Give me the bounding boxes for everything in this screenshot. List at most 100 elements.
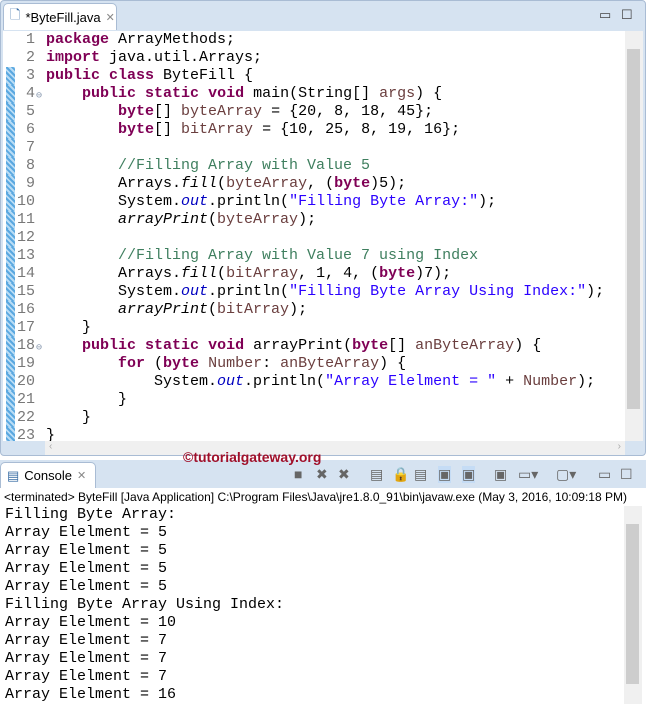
- code-line[interactable]: 2 import java.util.Arrays;: [3, 49, 625, 67]
- code-token: []: [388, 337, 416, 354]
- code-token: []: [154, 121, 182, 138]
- close-icon[interactable]: ✕: [77, 469, 86, 482]
- code-area[interactable]: 1 package ArrayMethods; 2 import java.util.…: [3, 31, 625, 441]
- editor-tab-label: *ByteFill.java: [25, 9, 101, 25]
- change-marker: [6, 427, 15, 441]
- code-line[interactable]: 7: [3, 139, 625, 157]
- change-marker: [6, 157, 15, 175]
- code-line[interactable]: 10 System.out.println("Filling Byte Arra…: [3, 193, 625, 211]
- maximize-button[interactable]: ☐: [620, 466, 633, 483]
- code-token: Arrays.: [46, 175, 182, 192]
- line-number: 20: [17, 373, 36, 390]
- line-number: 6: [25, 121, 35, 138]
- code-token: anByteArray: [415, 337, 515, 354]
- open-console-icon[interactable]: ▢▾: [556, 466, 576, 483]
- code-token: ArrayMethods;: [109, 31, 236, 48]
- code-line[interactable]: 16 arrayPrint(bitArray);: [3, 301, 625, 319]
- line-number: 11: [17, 211, 36, 228]
- code-line[interactable]: 9 Arrays.fill(byteArray, (byte)5);: [3, 175, 625, 193]
- remove-launch-icon[interactable]: ✖: [316, 466, 328, 483]
- code-token: byte: [118, 103, 155, 120]
- code-token: );: [577, 373, 596, 390]
- code-token: System.: [46, 193, 182, 210]
- scroll-lock-icon[interactable]: 🔒: [392, 466, 409, 483]
- close-icon[interactable]: ✕: [106, 11, 115, 24]
- console-output[interactable]: Filling Byte Array: Array Elelment = 5 Arr…: [0, 506, 624, 704]
- clear-console-icon[interactable]: ▤: [370, 466, 383, 483]
- scroll-thumb[interactable]: [626, 524, 639, 684]
- code-token: .println(: [208, 283, 290, 300]
- terminate-icon[interactable]: ■: [294, 466, 302, 482]
- code-line[interactable]: 18 ⊖ public static void arrayPrint(byte[]…: [3, 337, 625, 355]
- code-line[interactable]: 14 Arrays.fill(bitArray, 1, 4, (byte)7);: [3, 265, 625, 283]
- code-text: public class ByteFill {: [46, 67, 253, 85]
- code-token: .println(: [208, 193, 290, 210]
- editor-tab[interactable]: 🗋 *ByteFill.java ✕: [3, 3, 117, 30]
- code-line[interactable]: 20 System.out.println("Array Elelment = …: [3, 373, 625, 391]
- line-number: 5: [25, 103, 35, 120]
- console-vertical-scrollbar[interactable]: [624, 506, 642, 704]
- change-marker: [6, 211, 15, 229]
- change-marker: [6, 67, 15, 85]
- code-token: byteArray: [226, 175, 308, 192]
- change-marker: [6, 229, 15, 247]
- code-text: }: [46, 391, 127, 409]
- code-token: //Filling Array with Value 7 using Index: [118, 247, 479, 264]
- line-number: 15: [17, 283, 36, 300]
- display-console-icon[interactable]: ▭▾: [518, 466, 538, 483]
- console-output-line: Array Elelment = 16: [5, 686, 177, 703]
- code-token: fill: [181, 175, 218, 192]
- code-token: for: [118, 355, 146, 372]
- code-line[interactable]: 12: [3, 229, 625, 247]
- line-number: 10: [17, 193, 36, 210]
- code-token: );: [298, 211, 317, 228]
- code-token: ) {: [415, 85, 443, 102]
- code-text: System.out.println("Filling Byte Array:"…: [46, 193, 496, 211]
- code-line[interactable]: 19 for (byte Number: anByteArray) {: [3, 355, 625, 373]
- code-line[interactable]: 15 System.out.println("Filling Byte Arra…: [3, 283, 625, 301]
- code-line[interactable]: 21 }: [3, 391, 625, 409]
- code-text: public static void arrayPrint(byte[] anB…: [46, 337, 541, 355]
- code-line[interactable]: 4 ⊖ public static void main(String[] args…: [3, 85, 625, 103]
- pin-console-icon[interactable]: ▣: [494, 466, 507, 483]
- maximize-button[interactable]: ☐: [621, 7, 633, 23]
- minimize-button[interactable]: ▭: [599, 7, 611, 23]
- code-line[interactable]: 22 }: [3, 409, 625, 427]
- code-token: out: [181, 193, 209, 210]
- code-token: (: [145, 355, 164, 372]
- java-file-icon: 🗋: [10, 7, 21, 22]
- code-token: byte: [163, 355, 200, 372]
- line-number: 1: [25, 31, 35, 48]
- code-line[interactable]: 1 package ArrayMethods;: [3, 31, 625, 49]
- remove-all-icon[interactable]: ✖: [338, 466, 350, 483]
- code-token: Arrays.: [46, 265, 182, 282]
- show-on-stdout-icon[interactable]: ▣: [438, 466, 452, 483]
- code-token: out: [217, 373, 245, 390]
- change-marker: [6, 319, 15, 337]
- code-line[interactable]: 5 byte[] byteArray = {20, 8, 18, 45};: [3, 103, 625, 121]
- scroll-thumb[interactable]: [627, 49, 640, 409]
- code-line[interactable]: 13 //Filling Array with Value 7 using In…: [3, 247, 625, 265]
- code-token: void: [208, 85, 245, 102]
- code-line[interactable]: 17 }: [3, 319, 625, 337]
- word-wrap-icon[interactable]: ▤: [414, 466, 427, 483]
- code-token: arrayPrint: [118, 301, 209, 318]
- code-line[interactable]: 23}: [3, 427, 625, 441]
- line-number: 17: [17, 319, 36, 336]
- code-line[interactable]: 8 //Filling Array with Value 5: [3, 157, 625, 175]
- code-line[interactable]: 6 byte[] bitArray = {10, 25, 8, 19, 16};: [3, 121, 625, 139]
- minimize-button[interactable]: ▭: [598, 466, 611, 483]
- editor-vertical-scrollbar[interactable]: [625, 31, 643, 441]
- code-token: .println(: [244, 373, 326, 390]
- editor-horizontal-scrollbar[interactable]: ‹ ›: [45, 441, 625, 455]
- code-token: args: [379, 85, 416, 102]
- code-line[interactable]: 3 public class ByteFill {: [3, 67, 625, 85]
- show-on-stderr-icon[interactable]: ▣: [462, 466, 476, 483]
- console-tab[interactable]: ▤ Console ✕: [0, 462, 96, 488]
- code-line[interactable]: 11 arrayPrint(byteArray);: [3, 211, 625, 229]
- change-marker: [6, 103, 15, 121]
